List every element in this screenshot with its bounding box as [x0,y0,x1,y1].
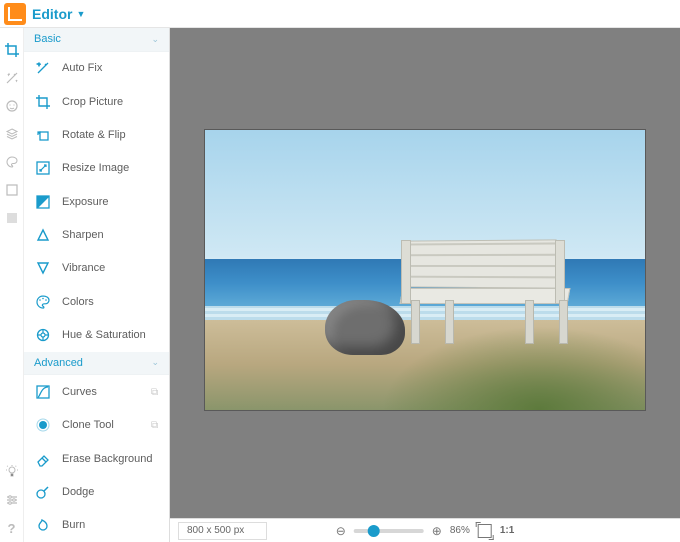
eraser-icon [34,450,52,468]
zoom-percent: 86% [450,525,470,536]
tool-vibrance[interactable]: Vibrance [24,252,169,285]
tool-label: Burn [62,519,85,531]
triangle-icon [34,226,52,244]
resize-icon [34,159,52,177]
app-logo-icon [4,3,26,25]
zoom-in-button[interactable]: ⊕ [432,524,442,538]
lightbulb-icon[interactable] [4,464,20,480]
tool-label: Sharpen [62,229,104,241]
crop-icon [34,93,52,111]
settings-icon[interactable] [4,492,20,508]
texture-icon[interactable] [4,210,20,226]
chevron-down-icon: ⌄ [151,34,159,45]
tool-exposure[interactable]: Exposure [24,185,169,218]
tool-resize-image[interactable]: Resize Image [24,152,169,185]
app-title[interactable]: Editor [32,6,72,22]
face-icon[interactable] [4,98,20,114]
tool-label: Auto Fix [62,62,102,74]
actual-size-button[interactable]: 1:1 [500,525,514,536]
tool-label: Dodge [62,486,94,498]
rotate-icon [34,126,52,144]
workspace: PHOTO LIBRARY OPEN ↶ ↷ SAVE Sign in ✕ [170,0,680,542]
tool-sidebar: Basic ⌄ Auto Fix Crop Picture Rotate & F… [24,28,170,542]
clone-icon [34,416,52,434]
popout-icon: ⧉ [151,420,161,430]
section-basic-header[interactable]: Basic ⌄ [24,28,169,52]
canvas-image[interactable] [205,130,645,410]
wand-icon [34,59,52,77]
tool-label: Exposure [62,196,108,208]
tool-label: Erase Background [62,453,153,465]
popout-icon: ⧉ [151,387,161,397]
tool-dodge[interactable]: Dodge [24,475,169,508]
dimensions-readout[interactable]: 800 x 500 px [178,522,267,540]
crop-icon[interactable] [4,42,20,58]
dodge-icon [34,483,52,501]
tool-label: Hue & Saturation [62,329,146,341]
chevron-down-icon: ⌄ [151,357,159,368]
tool-sharpen[interactable]: Sharpen [24,218,169,251]
burn-icon [34,516,52,534]
tool-crop-picture[interactable]: Crop Picture [24,85,169,118]
chevron-down-icon[interactable]: ▼ [76,9,85,19]
colorwheel-icon [34,326,52,344]
fit-screen-button[interactable] [478,524,492,538]
frame-icon[interactable] [4,182,20,198]
exposure-icon [34,193,52,211]
tool-curves[interactable]: Curves ⧉ [24,375,169,408]
tool-burn[interactable]: Burn [24,509,169,542]
curves-icon [34,383,52,401]
tool-hue-saturation[interactable]: Hue & Saturation [24,318,169,351]
tool-label: Vibrance [62,262,105,274]
tool-colors[interactable]: Colors [24,285,169,318]
tool-auto-fix[interactable]: Auto Fix [24,52,169,85]
tool-label: Rotate & Flip [62,129,126,141]
help-icon[interactable]: ? [4,520,20,536]
tool-label: Curves [62,386,97,398]
status-bar: 800 x 500 px ⊖ ⊕ 86% 1:1 [170,518,680,542]
app-header: Editor ▼ [0,0,680,28]
tool-label: Crop Picture [62,96,123,108]
palette-icon [34,293,52,311]
section-advanced-label: Advanced [34,357,83,369]
zoom-out-button[interactable]: ⊖ [336,524,346,538]
tool-clone[interactable]: Clone Tool ⧉ [24,409,169,442]
tool-label: Colors [62,296,94,308]
magic-icon[interactable] [4,70,20,86]
section-advanced-header[interactable]: Advanced ⌄ [24,352,169,376]
diamond-icon [34,259,52,277]
tool-rotate-flip[interactable]: Rotate & Flip [24,118,169,151]
tool-erase-background[interactable]: Erase Background [24,442,169,475]
palette-icon[interactable] [4,154,20,170]
tool-label: Resize Image [62,162,129,174]
section-basic-label: Basic [34,33,61,45]
layers-icon[interactable] [4,126,20,142]
zoom-slider[interactable] [354,529,424,533]
tool-label: Clone Tool [62,419,114,431]
mode-strip: ? [0,28,24,542]
